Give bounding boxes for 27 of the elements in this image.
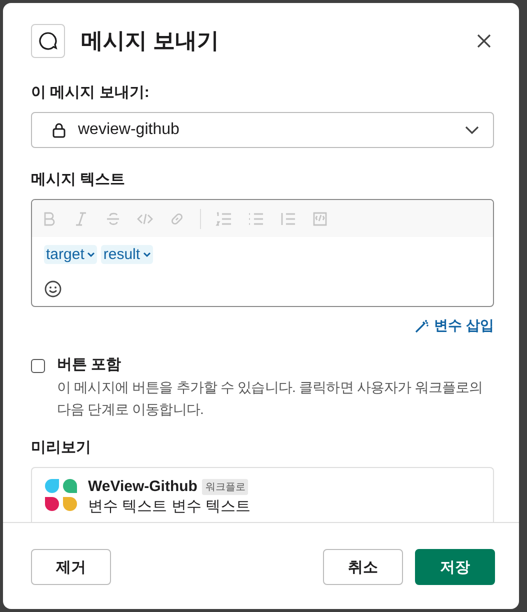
workflow-badge: 워크플로: [202, 478, 248, 494]
app-name: WeView-Github: [88, 478, 198, 495]
insert-variable-link[interactable]: 변수 삽입: [414, 317, 494, 335]
channel-name: weview-github: [78, 121, 180, 139]
section-label: 미리보기: [31, 438, 92, 457]
dialog-title: 메시지 보내기: [81, 27, 220, 55]
preview-message: 변수 텍스트 변수 텍스트: [88, 497, 251, 516]
caret-icon: [143, 252, 152, 258]
field-label: 메시지 텍스트: [31, 170, 126, 189]
message-icon: [31, 24, 65, 58]
chevron-down-icon: [465, 126, 479, 134]
smiley-icon[interactable]: [44, 280, 62, 298]
lock-icon: [52, 122, 66, 138]
message-editor[interactable]: target result: [31, 199, 494, 307]
variable-token[interactable]: target: [44, 245, 98, 264]
save-button[interactable]: 저장: [415, 549, 495, 585]
dialog-button[interactable]: 취소: [323, 549, 403, 585]
channel-select[interactable]: weview-github: [31, 112, 494, 148]
dialog-button[interactable]: 제거: [31, 549, 111, 585]
magic-wand-icon: [414, 319, 430, 333]
checkbox-description: 이 메시지에 버튼을 추가할 수 있습니다. 클릭하면 사용자가 워크플로의 다음 단계로 이동합니다.: [57, 378, 484, 419]
checkbox-label: 버튼 포함: [57, 355, 122, 374]
caret-icon: [87, 252, 96, 258]
app-logo-icon: [44, 478, 78, 512]
include-button-checkbox[interactable]: [31, 359, 45, 373]
field-label: 이 메시지 보내기:: [31, 83, 150, 102]
variable-token[interactable]: result: [101, 245, 154, 264]
